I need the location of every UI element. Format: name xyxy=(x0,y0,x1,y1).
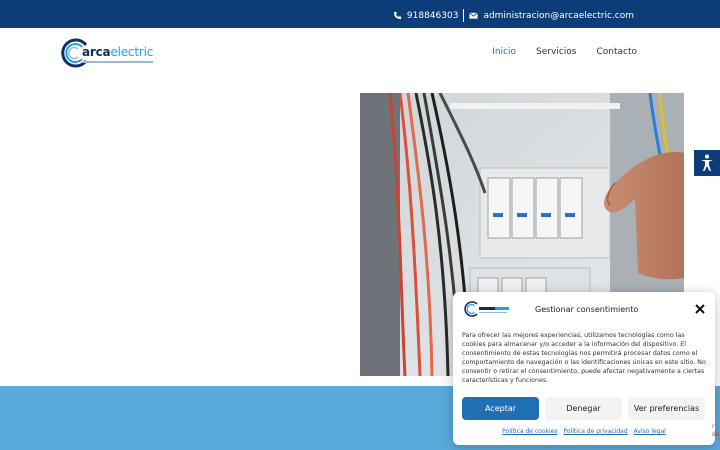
close-icon[interactable] xyxy=(694,303,706,315)
consent-body-text: Para ofrecer las mejores experiencias, u… xyxy=(462,332,706,385)
cookie-policy-link[interactable]: Política de cookies xyxy=(502,428,557,435)
recaptcha-text-1: r xyxy=(712,423,715,430)
accept-button[interactable]: Aceptar xyxy=(462,397,539,420)
preferences-button[interactable]: Ver preferencias xyxy=(628,397,705,420)
recaptcha-badge-edge: r do xyxy=(712,423,719,439)
site-logo[interactable]: arcaelectric xyxy=(60,36,155,70)
main-nav: Inicio Servicios Contacto xyxy=(492,47,637,57)
logo-wordmark: arcaelectric xyxy=(82,45,153,59)
cookie-consent-dialog: Gestionar consentimiento Para ofrecer la… xyxy=(453,292,715,445)
top-contact-bar: 918846303 administracion@arcaelectric.co… xyxy=(0,0,720,28)
logo-text-dark: arca xyxy=(82,45,111,59)
nav-item-servicios[interactable]: Servicios xyxy=(536,47,576,57)
site-header: arcaelectric Inicio Servicios Contacto xyxy=(0,28,720,80)
consent-title: Gestionar consentimiento xyxy=(535,305,639,314)
logo-text-light: electric xyxy=(110,45,154,59)
envelope-icon xyxy=(469,12,479,19)
consent-logo-icon xyxy=(464,301,509,317)
recaptcha-text-2: do xyxy=(712,431,720,438)
contact-divider xyxy=(463,9,465,22)
nav-item-contacto[interactable]: Contacto xyxy=(596,47,637,57)
consent-buttons: Aceptar Denegar Ver preferencias xyxy=(462,397,705,420)
consent-links: Política de cookies Política de privacid… xyxy=(453,428,715,435)
deny-button[interactable]: Denegar xyxy=(545,397,622,420)
accessibility-button[interactable] xyxy=(694,150,720,176)
nav-item-inicio[interactable]: Inicio xyxy=(492,47,516,57)
phone-icon xyxy=(393,11,401,20)
accessibility-icon xyxy=(701,154,713,171)
logo-tagline-line xyxy=(83,61,153,63)
privacy-policy-link[interactable]: Política de privacidad xyxy=(563,428,627,435)
contact-info: 918846303 administracion@arcaelectric.co… xyxy=(393,9,634,22)
legal-notice-link[interactable]: Aviso legal xyxy=(634,428,666,435)
email-address[interactable]: administracion@arcaelectric.com xyxy=(483,11,634,21)
phone-number[interactable]: 918846303 xyxy=(407,11,459,21)
